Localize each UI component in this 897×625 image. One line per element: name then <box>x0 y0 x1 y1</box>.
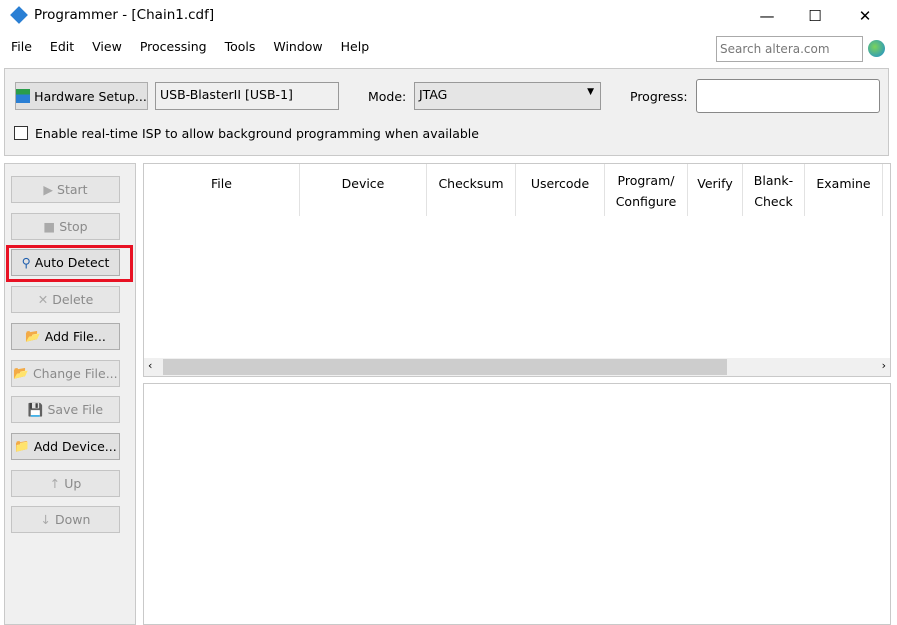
horizontal-scrollbar[interactable]: ‹ › <box>144 358 890 376</box>
auto-detect-button[interactable]: ⚲ Auto Detect <box>11 249 120 277</box>
mode-value: JTAG <box>419 87 448 102</box>
scroll-right-icon[interactable]: › <box>882 359 886 372</box>
menu-edit[interactable]: Edit <box>50 39 74 54</box>
auto-detect-icon: ⚲ <box>21 255 31 271</box>
start-label: Start <box>57 182 88 197</box>
column-header-file[interactable]: File <box>144 164 300 216</box>
chain-diagram-area <box>143 383 891 625</box>
column-header-checksum[interactable]: Checksum <box>427 164 516 216</box>
menu-window[interactable]: Window <box>273 39 322 54</box>
up-label: Up <box>64 475 82 491</box>
close-button[interactable]: ✕ <box>842 2 888 30</box>
add-device-icon: 📁 <box>14 438 30 454</box>
menu-view[interactable]: View <box>92 39 122 54</box>
auto-detect-label: Auto Detect <box>34 255 110 271</box>
hardware-icon <box>16 89 31 103</box>
menu-processing[interactable]: Processing <box>140 39 207 54</box>
column-header-program[interactable]: Program/ Configure <box>605 164 688 216</box>
hardware-setup-label: Hardware Setup... <box>34 88 147 104</box>
menu-help[interactable]: Help <box>341 39 370 54</box>
add-device-label: Add Device... <box>33 438 117 454</box>
mode-select[interactable]: JTAG ▼ <box>414 82 601 110</box>
save-file-button[interactable]: 💾 Save File <box>11 396 120 424</box>
column-header-blank-check[interactable]: Blank- Check <box>743 164 805 216</box>
menu-tools[interactable]: Tools <box>225 39 256 54</box>
up-button[interactable]: ↑ Up <box>11 469 120 497</box>
delete-button[interactable]: ✕ Delete <box>11 286 120 314</box>
save-file-label: Save File <box>47 402 104 418</box>
scrollbar-thumb[interactable] <box>163 359 727 375</box>
add-device-button[interactable]: 📁 Add Device... <box>11 432 120 460</box>
change-file-icon: 📂 <box>13 365 29 380</box>
stop-label: Stop <box>59 218 88 234</box>
column-header-verify[interactable]: Verify <box>688 164 743 216</box>
hardware-field: USB-BlasterII [USB-1] <box>155 82 339 110</box>
down-button[interactable]: ↓ Down <box>11 506 120 534</box>
maximize-button[interactable]: ☐ <box>792 2 838 30</box>
chevron-down-icon: ▼ <box>587 87 594 97</box>
column-header-examine[interactable]: Examine <box>805 164 883 216</box>
up-icon: ↑ <box>49 475 61 491</box>
progress-bar <box>696 79 880 113</box>
add-file-icon: 📂 <box>25 328 41 344</box>
progress-label: Progress: <box>630 89 688 104</box>
minimize-button[interactable]: — <box>744 2 790 30</box>
isp-checkbox[interactable] <box>14 126 28 140</box>
change-file-button[interactable]: 📂 Change File... <box>11 359 120 387</box>
isp-label: Enable real-time ISP to allow background… <box>35 126 479 141</box>
device-table: File Device Checksum Usercode Program/ C… <box>143 163 891 377</box>
scroll-left-icon[interactable]: ‹ <box>148 359 152 372</box>
window-title: Programmer - [Chain1.cdf] <box>34 7 215 23</box>
start-icon: ▶ <box>43 182 54 197</box>
stop-icon: ■ <box>43 218 56 234</box>
add-file-label: Add File... <box>44 328 106 344</box>
down-icon: ↓ <box>40 512 52 528</box>
menu-bar: File Edit View Processing Tools Window H… <box>11 39 369 54</box>
column-header-device[interactable]: Device <box>300 164 427 216</box>
globe-icon[interactable] <box>868 40 885 57</box>
stop-button[interactable]: ■ Stop <box>11 212 120 240</box>
column-header-usercode[interactable]: Usercode <box>516 164 605 216</box>
delete-label: Delete <box>52 292 94 308</box>
change-file-label: Change File... <box>32 365 118 381</box>
start-button[interactable]: ▶ Start <box>11 176 120 203</box>
add-file-button[interactable]: 📂 Add File... <box>11 322 120 350</box>
search-input[interactable]: Search altera.com <box>716 36 863 62</box>
menu-file[interactable]: File <box>11 39 32 54</box>
save-file-icon: 💾 <box>27 401 44 417</box>
hardware-setup-button[interactable]: Hardware Setup... <box>15 82 148 110</box>
mode-label: Mode: <box>368 89 407 104</box>
down-label: Down <box>55 512 91 528</box>
programmer-app-icon <box>10 6 28 24</box>
delete-icon: ✕ <box>37 292 49 308</box>
